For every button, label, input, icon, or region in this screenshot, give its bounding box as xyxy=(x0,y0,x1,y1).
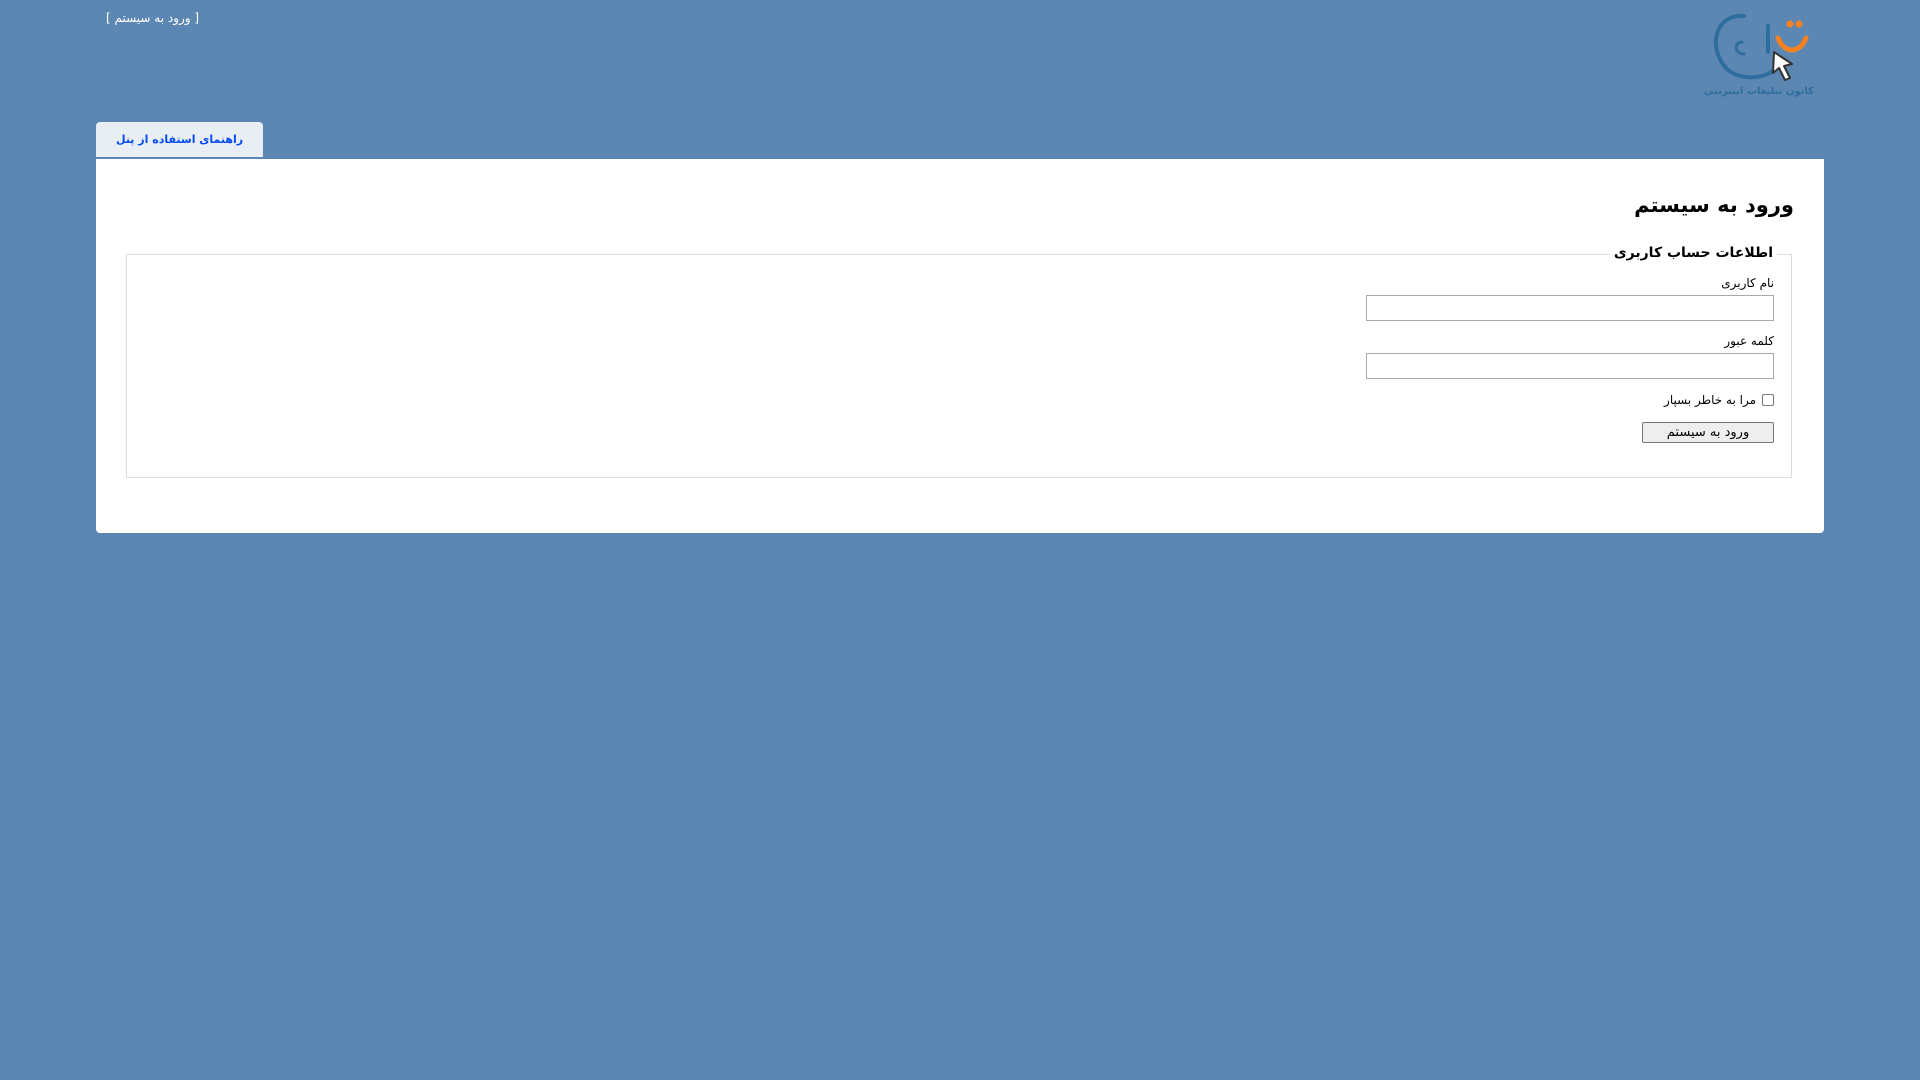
tab-bar: راهنمای استفاده از پنل xyxy=(96,122,264,157)
password-label: کلمه عبور xyxy=(1724,334,1774,348)
tab-panel-guide[interactable]: راهنمای استفاده از پنل xyxy=(96,122,264,157)
logo-caption: کانون تبلیغات اینترنتی xyxy=(1703,86,1814,97)
page-title: ورود به سیستم xyxy=(1634,193,1794,217)
remember-me-checkbox[interactable] xyxy=(1762,394,1774,406)
remember-me-row: مرا به خاطر بسپار xyxy=(1664,393,1774,407)
remember-me-label[interactable]: مرا به خاطر بسپار xyxy=(1664,393,1756,407)
login-display[interactable]: [ ورود به سیستم ] xyxy=(106,11,199,25)
logo: کانون تبلیغات اینترنتی xyxy=(1704,8,1814,102)
username-label: نام کاربری xyxy=(1721,276,1774,290)
account-info-fieldset: اطلاعات حساب کاربری نام کاربری کلمه عبور… xyxy=(126,245,1792,478)
login-button[interactable]: ورود به سیستم xyxy=(1642,422,1774,443)
username-input[interactable] xyxy=(1366,295,1774,321)
main-content: ورود به سیستم اطلاعات حساب کاربری نام کا… xyxy=(96,159,1824,533)
fieldset-legend: اطلاعات حساب کاربری xyxy=(1609,245,1777,261)
password-input[interactable] xyxy=(1366,353,1774,379)
logo-mark-icon xyxy=(1713,13,1809,81)
